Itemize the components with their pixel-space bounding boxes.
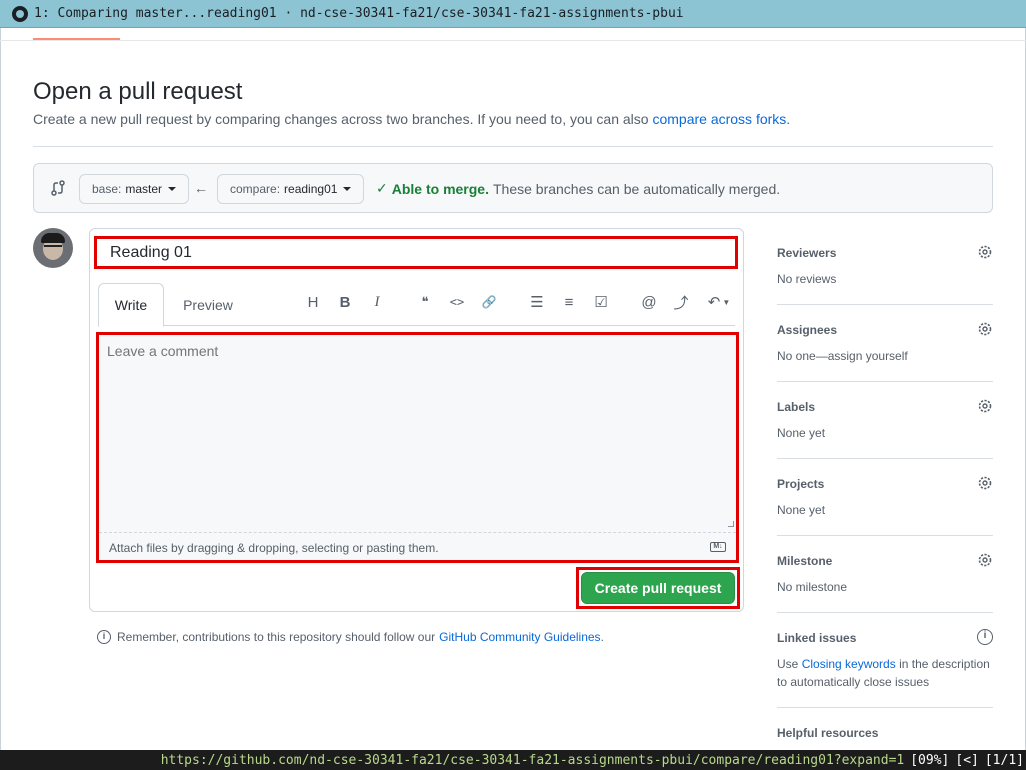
file-attachment-bar[interactable]: Attach files by dragging & dropping, sel…: [99, 532, 736, 560]
compare-across-forks-link[interactable]: compare across forks: [652, 111, 786, 127]
gear-icon[interactable]: [977, 244, 993, 260]
info-icon: i: [97, 630, 111, 644]
check-icon: ✓: [376, 180, 388, 196]
caret-down-icon: [168, 187, 177, 191]
caret-down-icon: [343, 187, 352, 191]
merge-status: ✓ Able to merge. These branches can be a…: [376, 180, 780, 197]
sidebar-assignees: Assignees No one—assign yourself: [777, 321, 993, 382]
comment-editor: Attach files by dragging & dropping, sel…: [96, 332, 739, 563]
gear-icon[interactable]: [977, 398, 993, 414]
code-icon[interactable]: <>: [447, 292, 467, 312]
window-titlebar: 1: Comparing master...reading01 · nd-cse…: [0, 0, 1026, 28]
ordered-list-icon[interactable]: ≡: [559, 292, 579, 312]
base-branch-value: master: [125, 182, 163, 196]
cross-reference-icon[interactable]: ⤴: [671, 292, 691, 312]
user-avatar: [33, 228, 73, 268]
community-guidelines-link[interactable]: GitHub Community Guidelines: [439, 630, 600, 644]
compare-label: compare:: [230, 182, 281, 196]
merge-status-label: Able to merge.: [391, 180, 489, 197]
task-list-icon[interactable]: ☑: [591, 292, 611, 312]
sidebar-labels: Labels None yet: [777, 398, 993, 459]
info-icon[interactable]: i: [977, 629, 993, 645]
subtitle-text: Create a new pull request by comparing c…: [33, 111, 653, 127]
linked-issues-after: in the description: [895, 657, 990, 671]
sidebar-linked-issues: Linked issues i Use Closing keywords in …: [777, 629, 993, 708]
caret-down-icon: ▼: [722, 297, 731, 307]
page-title: Open a pull request: [33, 78, 243, 105]
arrow-left-icon: ←: [194, 180, 208, 196]
window-title: 1: Comparing master...reading01 · nd-cse…: [34, 6, 684, 21]
mention-icon[interactable]: @: [639, 292, 659, 312]
linked-issues-text: Use Closing keywords in the description: [777, 657, 990, 671]
markdown-icon[interactable]: M↓: [710, 542, 726, 552]
branch-range-editor: base: master ← compare: reading01 ✓ Able…: [33, 163, 993, 213]
compare-branch-value: reading01: [284, 182, 338, 196]
divider: [33, 146, 993, 147]
assignees-value[interactable]: No one—assign yourself: [777, 349, 908, 363]
page-subtitle: Create a new pull request by comparing c…: [33, 111, 790, 127]
git-compare-icon: [51, 180, 65, 196]
helpful-resources-heading: Helpful resources: [777, 726, 879, 740]
header-divider: [0, 40, 1026, 41]
tab-preview[interactable]: Preview: [168, 283, 248, 326]
heading-icon[interactable]: H: [303, 292, 323, 312]
reply-icon[interactable]: ↶ ▼: [705, 292, 733, 312]
labels-heading: Labels: [777, 400, 816, 414]
reviewers-heading: Reviewers: [777, 246, 837, 260]
closing-keywords-link[interactable]: Closing keywords: [802, 657, 896, 671]
quote-icon[interactable]: ❝: [415, 292, 435, 312]
labels-value: None yet: [777, 426, 826, 440]
italic-icon[interactable]: I: [367, 292, 387, 312]
create-button-highlight: Create pull request: [576, 567, 740, 609]
tab-write[interactable]: Write: [98, 283, 164, 327]
status-nav: [<]: [955, 752, 979, 768]
merge-status-note: These branches can be automatically merg…: [492, 180, 781, 197]
linked-issues-before: Use: [777, 657, 802, 671]
gear-icon[interactable]: [977, 321, 993, 337]
browser-statusbar: https://github.com/nd-cse-30341-fa21/cse…: [0, 750, 1026, 770]
status-url: https://github.com/nd-cse-30341-fa21/cse…: [160, 752, 905, 768]
sidebar-milestone: Milestone No milestone: [777, 552, 993, 613]
compare-branch-select[interactable]: compare: reading01: [217, 174, 365, 204]
attach-files-text: Attach files by dragging & dropping, sel…: [109, 541, 439, 555]
reply-glyph: ↶: [707, 294, 721, 311]
comment-textarea[interactable]: [107, 343, 732, 531]
reviewers-value: No reviews: [777, 272, 837, 286]
sidebar-projects: Projects None yet: [777, 475, 993, 536]
milestone-value: No milestone: [777, 580, 848, 594]
linked-issues-heading: Linked issues: [777, 631, 857, 645]
status-progress: [09%]: [910, 752, 950, 768]
unordered-list-icon[interactable]: ☰: [527, 292, 547, 312]
avatar-hair: [41, 233, 65, 243]
milestone-heading: Milestone: [777, 554, 833, 568]
linked-issues-line2: to automatically close issues: [777, 675, 930, 689]
gear-icon[interactable]: [977, 475, 993, 491]
reminder-end: .: [600, 630, 604, 644]
assignees-heading: Assignees: [777, 323, 838, 337]
projects-heading: Projects: [777, 477, 825, 491]
contribution-reminder: i Remember, contributions to this reposi…: [97, 630, 604, 644]
resize-handle[interactable]: [728, 521, 734, 527]
base-label: base:: [92, 182, 122, 196]
gear-icon[interactable]: [977, 552, 993, 568]
create-pull-request-button[interactable]: Create pull request: [581, 572, 735, 604]
sidebar-helpful-resources: Helpful resources: [777, 726, 993, 746]
link-icon[interactable]: 🔗: [479, 292, 499, 312]
base-branch-select[interactable]: base: master: [79, 174, 190, 204]
avatar-glasses: [44, 245, 62, 249]
github-logo-icon: [12, 5, 28, 22]
reminder-text: Remember, contributions to this reposito…: [117, 630, 436, 644]
bold-icon[interactable]: B: [335, 292, 355, 312]
pr-title-input[interactable]: [94, 236, 738, 269]
projects-value: None yet: [777, 503, 826, 517]
sidebar-reviewers: Reviewers No reviews: [777, 244, 993, 305]
status-page: [1/1]: [984, 752, 1024, 768]
subtitle-end: .: [786, 111, 791, 127]
